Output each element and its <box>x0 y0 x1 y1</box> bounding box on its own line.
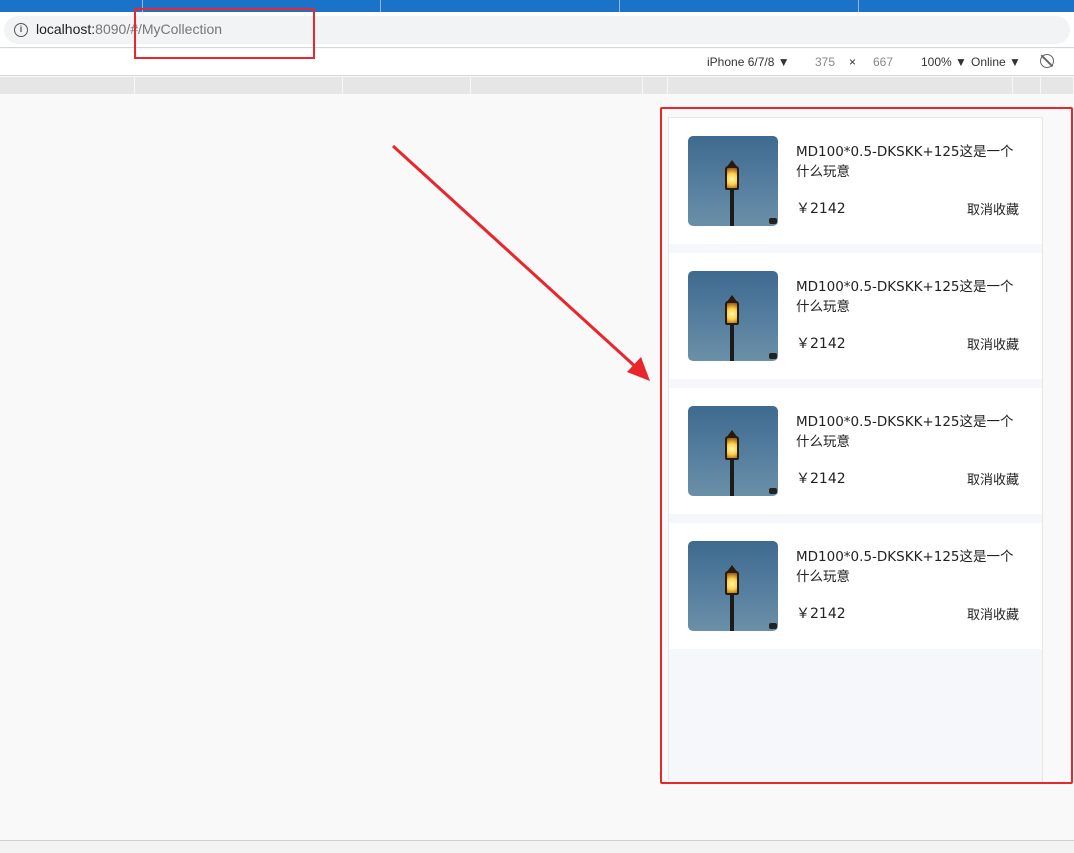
devtools-tab-strip[interactable] <box>0 840 1074 853</box>
annotation-arrow <box>391 144 650 381</box>
arrow-shaft <box>391 144 640 371</box>
